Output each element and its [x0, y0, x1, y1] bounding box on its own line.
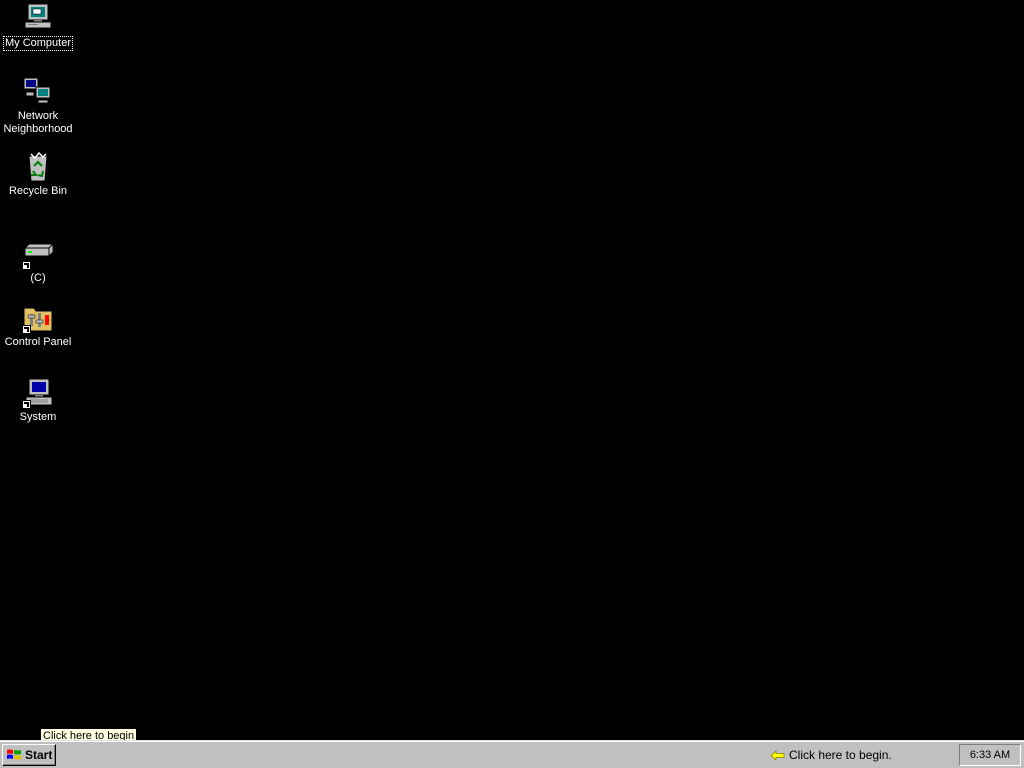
desktop-icon-label: Recycle Bin — [8, 185, 68, 197]
start-button[interactable]: Start — [2, 744, 56, 766]
desktop-icon-network-neighborhood[interactable]: Network Neighborhood — [1, 76, 75, 136]
shortcut-arrow-icon — [22, 325, 31, 334]
shortcut-arrow-icon — [22, 400, 31, 409]
network-neighborhood-icon — [22, 76, 54, 108]
desktop-icon-label: Control Panel — [4, 336, 72, 348]
desktop-icon-label: (C) — [30, 272, 46, 284]
left-arrow-icon — [770, 749, 785, 761]
system-shortcut-icon — [22, 377, 54, 409]
windows-logo-icon — [6, 748, 22, 762]
clock[interactable]: 6:33 AM — [970, 749, 1010, 761]
begin-hint-label: Click here to begin. — [789, 748, 892, 762]
shortcut-arrow-icon — [22, 261, 31, 270]
desktop-icon-control-panel[interactable]: Control Panel — [1, 302, 75, 349]
drive-shortcut-icon — [22, 238, 54, 270]
desktop-icon-drive-c[interactable]: (C) — [1, 238, 75, 285]
desktop-icon-my-computer[interactable]: My Computer — [1, 2, 75, 51]
desktop-icon-label: My Computer — [2, 36, 74, 51]
control-panel-shortcut-icon — [22, 302, 54, 334]
desktop-icon-label: System — [19, 411, 57, 423]
start-button-label: Start — [25, 748, 53, 762]
click-here-to-begin-hint[interactable]: Click here to begin. — [770, 748, 892, 762]
system-tray: 6:33 AM — [959, 744, 1021, 766]
desktop: My Computer Network Neighborhood Recycle… — [0, 0, 1024, 740]
desktop-icon-system[interactable]: System — [1, 377, 75, 424]
taskbar: Start Click here to begin. 6:33 AM — [0, 740, 1024, 768]
desktop-icon-recycle-bin[interactable]: Recycle Bin — [1, 151, 75, 198]
my-computer-icon — [22, 2, 54, 34]
recycle-bin-icon — [22, 151, 54, 183]
desktop-icon-label: Network Neighborhood — [3, 110, 73, 135]
